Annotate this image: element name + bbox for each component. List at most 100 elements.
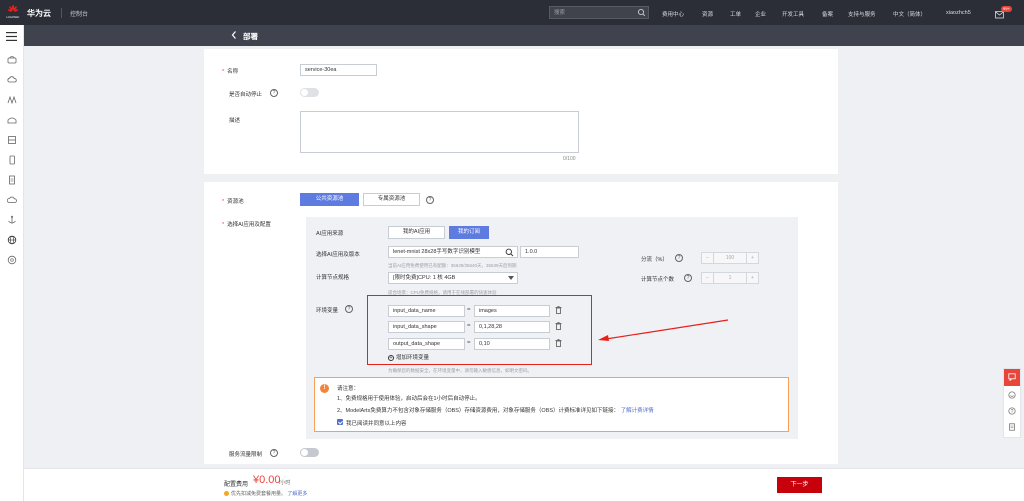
- nav-tickets[interactable]: 工单: [730, 10, 741, 18]
- traffic-ratio-stepper[interactable]: − 100 +: [701, 252, 759, 264]
- footer-bar: 配置费用 ¥0.00 /小时 优先扣减免费套餐用量。 了解更多 下一步: [24, 468, 1024, 501]
- nav-dev-tools[interactable]: 开发工具: [782, 10, 804, 18]
- traffic-limit-help-icon[interactable]: ?: [270, 449, 278, 457]
- nav-resources[interactable]: 资源: [702, 10, 713, 18]
- fee-label: 配置费用: [224, 482, 249, 488]
- agree-label: 我已阅读并同意以上内容: [346, 421, 407, 427]
- warning-icon: !: [320, 384, 329, 393]
- annotation-arrow-icon: [598, 319, 729, 341]
- select-model-version-label: 选择AI应用及版本: [316, 252, 360, 258]
- search-icon: [637, 8, 646, 17]
- description-textarea[interactable]: [300, 111, 579, 153]
- traffic-limit-toggle[interactable]: [300, 448, 319, 457]
- notice-title: 请注意：: [337, 386, 360, 392]
- cloud-service-icon[interactable]: [7, 75, 17, 85]
- tab-dedicated-pool[interactable]: 专属资源池: [363, 193, 420, 206]
- logo-wordmark: HUAWEI: [6, 15, 20, 19]
- node-count-stepper[interactable]: − 1 +: [701, 272, 759, 284]
- decrement-button[interactable]: −: [702, 253, 714, 263]
- svg-text:?: ?: [1011, 409, 1014, 415]
- messages-button[interactable]: 99+: [994, 6, 1014, 20]
- brand-name[interactable]: 华为云: [27, 8, 51, 19]
- menu-icon[interactable]: [6, 32, 17, 41]
- resource-pool-help-icon[interactable]: ?: [426, 196, 434, 204]
- quota-hint: 当前AI应用免费使用已有配额：35639/35640天，35639天后到期: [388, 263, 517, 268]
- fee-note: 优先扣减免费套餐用量。 了解更多: [224, 490, 307, 497]
- env-vars-label: 环境变量: [316, 308, 339, 314]
- env-vars-help-icon[interactable]: ?: [345, 305, 353, 313]
- network-icon[interactable]: [7, 95, 17, 105]
- auto-stop-toggle[interactable]: [300, 88, 319, 97]
- mobile-device-icon[interactable]: [7, 155, 17, 165]
- nav-icp-filing[interactable]: 备案: [822, 10, 833, 18]
- back-arrow-icon[interactable]: [230, 29, 238, 41]
- model-source-label: AI应用来源: [316, 231, 344, 237]
- nav-billing-center[interactable]: 费用中心: [662, 10, 684, 18]
- chat-icon: [1008, 373, 1016, 381]
- floating-toolbar: ?: [1003, 368, 1021, 438]
- node-count-label: 计算节点个数: [641, 277, 675, 283]
- auto-stop-label: 是否自动停止: [229, 92, 263, 98]
- auto-stop-help-icon[interactable]: ?: [270, 89, 278, 97]
- compute-spec-label: 计算节点规格: [316, 275, 350, 281]
- next-step-button[interactable]: 下一步: [777, 477, 822, 493]
- smile-icon[interactable]: [1008, 391, 1016, 399]
- globe-icon[interactable]: [7, 235, 17, 245]
- huawei-flower-icon: [8, 5, 18, 12]
- billing-details-link[interactable]: 了解计费详情: [621, 408, 654, 414]
- node-count-help-icon[interactable]: ?: [684, 274, 692, 282]
- nav-support[interactable]: 支持与服务: [848, 10, 876, 18]
- anchor-icon[interactable]: [7, 215, 17, 225]
- database-icon[interactable]: [7, 135, 17, 145]
- huawei-logo[interactable]: HUAWEI: [5, 4, 21, 21]
- compute-spec-select[interactable]: [限时免费]CPU: 1 核 4GB: [388, 272, 518, 284]
- cloud-icon[interactable]: [7, 195, 17, 205]
- search-button[interactable]: [635, 7, 648, 18]
- select-model-label: * 选择AI应用及配置: [222, 222, 271, 228]
- service-sidebar: [0, 25, 24, 501]
- description-char-counter: 0/100: [563, 156, 576, 162]
- global-search: [549, 6, 649, 19]
- tab-public-pool[interactable]: 公共资源池: [300, 193, 359, 206]
- page-header: [24, 25, 1024, 46]
- traffic-ratio-label: 分流（%）: [641, 257, 668, 263]
- top-navigation-bar: HUAWEI 华为云 控制台 费用中心 资源 工单 企业 开发工具 备案 支持与…: [0, 0, 1024, 25]
- node-count-value: 1: [728, 275, 732, 281]
- document-icon[interactable]: [7, 175, 17, 185]
- description-label: 描述: [229, 118, 241, 124]
- tab-my-ai-apps[interactable]: 我的AI应用: [388, 226, 445, 239]
- cloud-server-icon[interactable]: [7, 55, 17, 65]
- storage-icon[interactable]: [7, 115, 17, 125]
- increment-button[interactable]: +: [746, 253, 758, 263]
- help-icon[interactable]: ?: [1008, 407, 1016, 415]
- feedback-button[interactable]: [1004, 369, 1020, 386]
- notes-icon[interactable]: [1008, 423, 1016, 431]
- env-security-hint: 为确保您的数据安全，在环境变量中，请勿输入敏感信息，如明文密码。: [388, 368, 532, 373]
- console-link[interactable]: 控制台: [70, 9, 88, 18]
- agree-checkbox[interactable]: [337, 419, 343, 425]
- name-label: * 名称: [222, 69, 239, 75]
- search-input[interactable]: [550, 7, 636, 18]
- fee-unit: /小时: [279, 480, 291, 486]
- model-select-input[interactable]: lenet-mnist 28x28手写数字识别模型: [388, 246, 518, 258]
- nav-username[interactable]: xiaozhch5: [946, 10, 971, 16]
- traffic-ratio-value: 100: [725, 255, 735, 261]
- coin-icon: [224, 491, 229, 496]
- nav-enterprise[interactable]: 企业: [755, 10, 766, 18]
- tab-my-subscriptions[interactable]: 我的订阅: [449, 226, 489, 239]
- notice-line-2: 2、ModelArts免费算力不包含对象存储服务（OBS）存储资源费用，对象存储…: [337, 408, 654, 414]
- settings-circle-icon[interactable]: [7, 255, 17, 265]
- highlight-annotation-box: [367, 295, 592, 365]
- increment-button[interactable]: +: [746, 273, 758, 283]
- service-name-input[interactable]: service-30ea: [300, 64, 377, 76]
- traffic-ratio-help-icon[interactable]: ?: [675, 254, 683, 262]
- learn-more-link[interactable]: 了解更多: [287, 491, 307, 497]
- traffic-limit-label: 服务流量限制: [229, 452, 263, 458]
- brand-divider: [61, 8, 62, 18]
- nav-language[interactable]: 中文（简体）: [893, 10, 926, 18]
- decrement-button[interactable]: −: [702, 273, 714, 283]
- mail-icon: [995, 11, 1004, 19]
- version-select[interactable]: 1.0.0: [520, 246, 579, 258]
- search-icon[interactable]: [505, 248, 514, 257]
- fee-value: ¥0.00: [253, 474, 281, 486]
